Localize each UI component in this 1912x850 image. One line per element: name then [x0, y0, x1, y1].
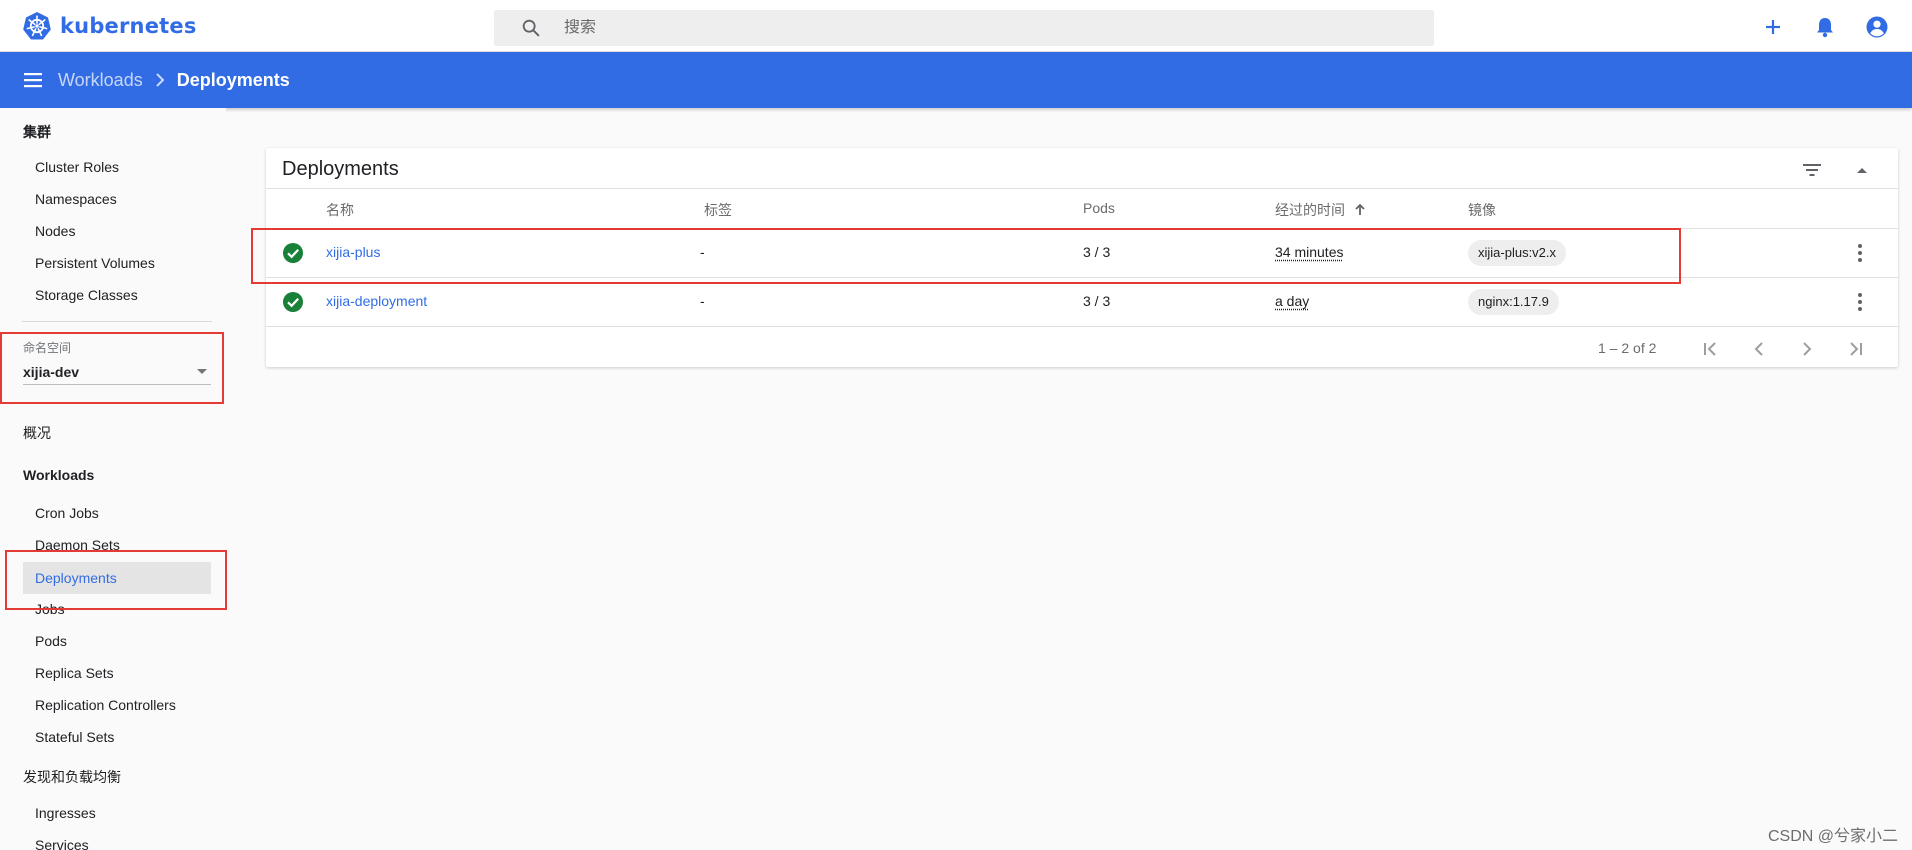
notifications-button[interactable] — [1808, 12, 1842, 42]
brand[interactable]: kubernetes — [22, 11, 492, 41]
sidebar-section-cluster: 集群 — [23, 124, 51, 140]
more-vert-icon[interactable] — [1848, 290, 1872, 314]
sidebar-section-workloads[interactable]: Workloads — [23, 467, 94, 483]
column-pods: Pods — [1083, 200, 1115, 216]
sidebar-item-namespaces[interactable]: Namespaces — [35, 191, 117, 207]
sidebar-item-overview[interactable]: 概况 — [23, 423, 51, 443]
column-name[interactable]: 名称 — [326, 200, 354, 220]
bell-icon — [1817, 18, 1833, 38]
page-header: Workloads Deployments — [0, 52, 1912, 108]
column-labels: 标签 — [704, 202, 732, 218]
sidebar-item-replica-sets[interactable]: Replica Sets — [35, 665, 114, 681]
deployment-labels: - — [700, 293, 705, 309]
sidebar-item-cron-jobs[interactable]: Cron Jobs — [35, 505, 99, 521]
sidebar-item-nodes[interactable]: Nodes — [35, 223, 75, 239]
chevron-right-icon — [155, 73, 165, 87]
account-icon — [1866, 16, 1888, 38]
search-input[interactable] — [564, 19, 1364, 37]
annotation-box-row — [251, 228, 1681, 284]
sidebar-section-discovery[interactable]: 发现和负载均衡 — [23, 767, 121, 787]
card-divider — [266, 188, 1898, 189]
brand-name: kubernetes — [60, 13, 197, 38]
sidebar-item-replication-controllers[interactable]: Replication Controllers — [35, 697, 176, 713]
first-page-icon[interactable] — [1699, 337, 1723, 361]
column-age-label: 经过的时间 — [1275, 202, 1345, 218]
column-age[interactable]: 经过的时间 — [1275, 200, 1367, 220]
sidebar-item-pods[interactable]: Pods — [35, 633, 67, 649]
annotation-box-namespace — [0, 332, 224, 404]
watermark: CSDN @兮家小二 — [1767, 828, 1898, 845]
annotation-box-deployments — [5, 550, 227, 610]
breadcrumb-current: Deployments — [176, 69, 290, 90]
search-bar[interactable] — [494, 10, 1434, 46]
top-actions — [1756, 12, 1894, 42]
deployment-name-link[interactable]: xijia-deployment — [326, 293, 427, 309]
top-bar: kubernetes — [0, 0, 1912, 52]
image-chip: nginx:1.17.9 — [1468, 289, 1559, 315]
deployment-pods: 3 / 3 — [1083, 293, 1111, 309]
sidebar-item-storage-classes[interactable]: Storage Classes — [35, 287, 138, 303]
menu-icon[interactable] — [22, 69, 44, 91]
sidebar-item-stateful-sets[interactable]: Stateful Sets — [35, 729, 114, 745]
sidebar-divider — [22, 321, 212, 322]
card-tools — [1798, 156, 1876, 184]
status-ok-icon — [283, 292, 303, 312]
account-button[interactable] — [1860, 12, 1894, 42]
last-page-icon[interactable] — [1843, 337, 1867, 361]
collapse-button[interactable] — [1848, 156, 1876, 184]
breadcrumb-workloads[interactable]: Workloads — [58, 70, 143, 91]
next-page-icon[interactable] — [1795, 337, 1819, 361]
filter-button[interactable] — [1798, 156, 1826, 184]
sidebar-item-persistent-volumes[interactable]: Persistent Volumes — [35, 255, 155, 271]
previous-page-icon[interactable] — [1747, 337, 1771, 361]
sort-arrow-up-icon — [1355, 203, 1365, 215]
deployment-age: a day — [1275, 293, 1310, 309]
sidebar-item-services[interactable]: Services — [35, 837, 89, 850]
pagination-range: 1 – 2 of 2 — [1598, 340, 1657, 356]
create-button[interactable] — [1756, 12, 1790, 42]
kubernetes-logo-icon — [23, 11, 51, 39]
more-vert-icon[interactable] — [1848, 241, 1872, 265]
sidebar: 集群 Cluster Roles Namespaces Nodes Persis… — [0, 108, 226, 850]
card-title: Deployments — [282, 158, 399, 180]
sidebar-item-ingresses[interactable]: Ingresses — [35, 805, 96, 821]
caret-up-icon — [1857, 168, 1867, 173]
column-images: 镜像 — [1468, 202, 1496, 218]
search-icon — [522, 19, 540, 37]
filter-icon — [1803, 164, 1821, 176]
plus-icon — [1766, 20, 1780, 34]
table-row: xijia-deployment - 3 / 3 a day nginx:1.1… — [266, 278, 1898, 326]
pagination: 1 – 2 of 2 — [266, 327, 1898, 367]
sidebar-item-cluster-roles[interactable]: Cluster Roles — [35, 159, 119, 175]
